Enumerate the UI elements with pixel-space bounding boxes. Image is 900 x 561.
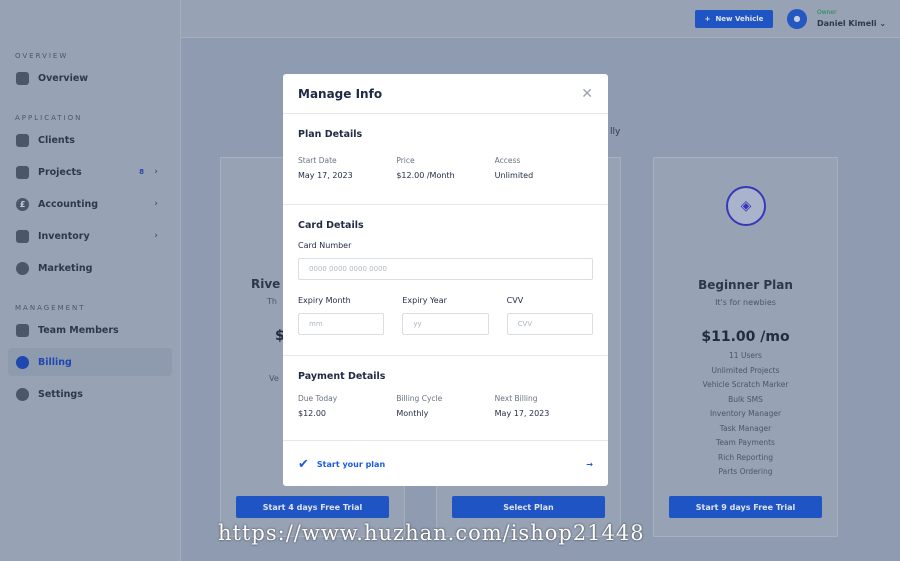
expiry-year-input[interactable] — [402, 313, 489, 335]
chevron-right-icon: › — [154, 231, 158, 241]
sidebar-item-clients[interactable]: Clients — [8, 126, 172, 154]
sidebar-item-label: Settings — [38, 388, 83, 400]
billing-cycle-label: Billing Cycle — [396, 394, 443, 403]
sidebar-item-label: Projects — [38, 166, 82, 178]
plan-card-beginner: ◈ Beginner Plan It's for newbies $11.00 … — [653, 157, 838, 537]
section-title: Payment Details — [298, 371, 386, 382]
card-number-input[interactable] — [298, 258, 593, 280]
top-bar: + New Vehicle ● Owner Daniel Kimeli ⌄ — [181, 0, 900, 38]
pound-icon: £ — [16, 197, 29, 211]
plan-subtitle: It's for newbies — [715, 298, 776, 307]
sidebar-item-label: Team Members — [38, 324, 119, 336]
feature-item: Parts Ordering — [718, 467, 773, 476]
document-icon — [16, 165, 29, 179]
sidebar-item-label: Accounting — [38, 198, 99, 210]
sidebar-item-label: Billing — [38, 356, 72, 368]
chevron-right-icon: › — [154, 199, 158, 209]
payment-details: Payment Details Due Today $12.00 Billing … — [283, 356, 608, 441]
due-today-value: $12.00 — [298, 409, 326, 418]
section-title: Plan Details — [298, 129, 363, 140]
feature-item: Inventory Manager — [709, 409, 782, 418]
billing-icon — [16, 355, 29, 369]
gear-icon — [16, 387, 29, 401]
section-application: APPLICATION — [15, 114, 83, 122]
cvv-input[interactable] — [506, 313, 593, 335]
sidebar-item-overview[interactable]: Overview — [8, 64, 172, 92]
manage-info-modal: Manage Info ✕ Plan Details Start Date May … — [283, 74, 608, 486]
sidebar-item-inventory[interactable]: Inventory › — [8, 222, 172, 250]
feature-list: 11 Users Unlimited Projects Vehicle Scratc… — [654, 349, 837, 480]
expiry-year-label: Expiry Year — [402, 296, 447, 305]
chevron-down-icon: ⌄ — [879, 19, 887, 28]
sidebar-item-team-members[interactable]: Team Members — [8, 316, 172, 344]
feature-item: Vehicle Scratch Marker — [702, 380, 789, 389]
start-plan-label: Start your plan — [316, 459, 386, 469]
feature-item: Rich Reporting — [717, 452, 774, 462]
new-vehicle-button[interactable]: + New Vehicle — [695, 10, 773, 28]
arrow-right-icon: → — [586, 459, 593, 469]
user-menu[interactable]: Daniel Kimeli ⌄ — [817, 19, 886, 28]
chevron-right-icon: › — [154, 167, 158, 177]
feature-item: Task Manager — [719, 423, 772, 433]
sidebar-item-projects[interactable]: Projects 8 › — [8, 158, 172, 186]
start-trial-button[interactable]: Start 4 days Free Trial — [236, 496, 389, 518]
sidebar-item-label: Clients — [38, 134, 75, 146]
billing-cycle-value: Monthly — [396, 409, 429, 418]
sidebar-item-marketing[interactable]: Marketing — [8, 254, 172, 282]
sidebar-item-accounting[interactable]: £ Accounting › — [8, 190, 172, 218]
avatar[interactable]: ● — [787, 9, 807, 29]
modal-title: Manage Info — [298, 86, 383, 101]
badge-medal-icon: ◈ — [726, 186, 766, 226]
feature-item: Bulk SMS — [728, 394, 763, 404]
watermark: https://www.huzhan.com/ishop21448 — [218, 521, 645, 545]
user-name: Daniel Kimeli — [817, 19, 877, 28]
next-billing-value: May 17, 2023 — [494, 409, 550, 418]
next-billing-label: Next Billing — [494, 394, 538, 403]
section-overview: OVERVIEW — [15, 52, 69, 60]
select-plan-button[interactable]: Select Plan — [452, 496, 605, 518]
access-label: Access — [494, 156, 521, 165]
price-label: Price — [396, 156, 415, 165]
sidebar-item-label: Overview — [38, 72, 89, 84]
user-role: Owner — [817, 9, 837, 16]
sidebar-item-settings[interactable]: Settings — [8, 380, 172, 408]
users-icon — [16, 133, 29, 147]
feature-item: Team Payments — [716, 438, 775, 447]
start-date-label: Start Date — [298, 156, 337, 165]
plan-details: Plan Details Start Date May 17, 2023 Pric… — [283, 114, 608, 205]
access-value: Unlimited — [494, 171, 534, 180]
feature-item: Unlimited Projects — [711, 365, 780, 375]
section-management: MANAGEMENT — [15, 304, 86, 312]
expiry-month-input[interactable] — [298, 313, 385, 335]
card-details: Card Details Card Number Expiry Month Ex… — [283, 205, 608, 356]
section-title: Card Details — [298, 220, 364, 231]
count-badge: 8 — [139, 168, 144, 176]
feature-item: 11 Users — [729, 351, 762, 360]
sidebar-item-label: Inventory — [38, 230, 90, 242]
check-circle-icon: ✔ — [298, 456, 309, 472]
close-icon[interactable]: ✕ — [581, 86, 593, 102]
plus-icon: + — [704, 15, 711, 23]
card-number-label: Card Number — [298, 241, 352, 250]
plan-price: $11.00 /mo — [701, 329, 790, 345]
price-value: $12.00 /Month — [396, 171, 455, 180]
start-plan-button[interactable]: ✔ Start your plan → — [283, 441, 608, 487]
sidebar-item-billing[interactable]: Billing — [8, 348, 172, 376]
team-icon — [16, 323, 29, 337]
button-label: New Vehicle — [715, 15, 764, 23]
clipboard-icon — [16, 229, 29, 243]
cvv-label: CVV — [506, 296, 524, 305]
start-trial-button[interactable]: Start 9 days Free Trial — [669, 496, 822, 518]
start-date-value: May 17, 2023 — [298, 171, 353, 180]
billing-toggle-text[interactable]: lly — [610, 127, 620, 137]
expiry-month-label: Expiry Month — [298, 296, 351, 305]
sidebar-item-label: Marketing — [38, 262, 93, 274]
chat-icon — [16, 261, 29, 275]
activity-icon — [16, 71, 29, 85]
due-today-label: Due Today — [298, 394, 338, 403]
plan-title: Beginner Plan — [698, 278, 793, 292]
sidebar: OVERVIEW Overview APPLICATION Clients Pr… — [0, 0, 181, 561]
